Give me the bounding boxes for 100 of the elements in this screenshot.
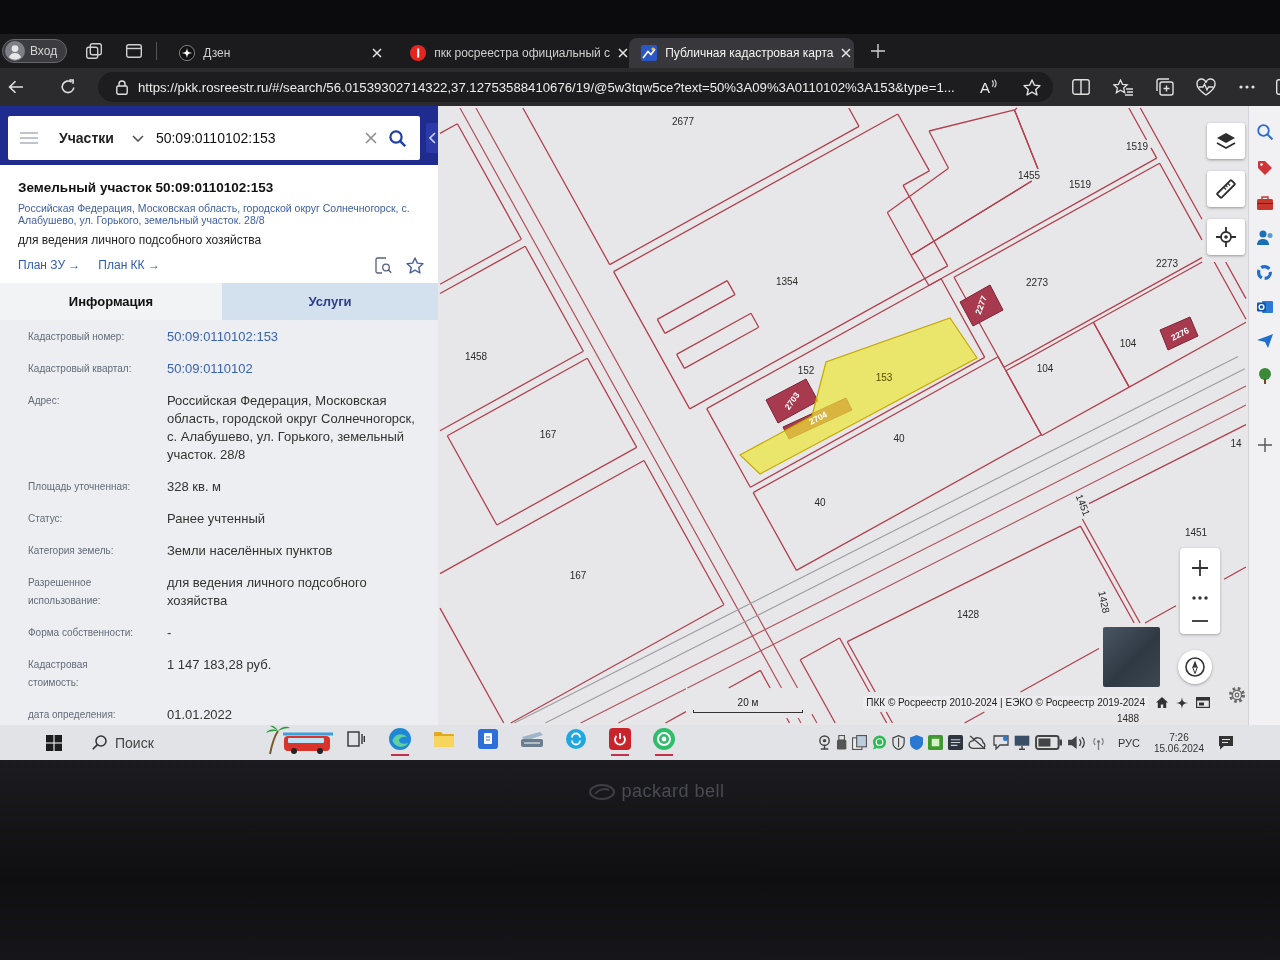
zoom-in-icon[interactable] — [1192, 560, 1208, 576]
field-value: Земли населённых пунктов — [167, 542, 334, 560]
address-field[interactable]: https://pkk.rosreestr.ru/#/search/56.01539302714322,37.12753588410676/19/@5w3tqw5ce?text=50%3A09%3A0110102%3A153&type=1... A — [98, 72, 1053, 102]
plus-icon[interactable] — [1257, 438, 1272, 452]
minimap-thumbnail[interactable] — [1103, 627, 1160, 687]
parcel-outline[interactable] — [675, 312, 760, 370]
building-number: 2276 — [1169, 325, 1191, 343]
parcel-outline[interactable] — [656, 279, 736, 335]
clock-time[interactable]: 7:26 — [1169, 731, 1189, 743]
four-squares-icon[interactable] — [46, 734, 62, 751]
category-dropdown[interactable]: Участки — [59, 130, 144, 146]
parcel-number: 14 — [1230, 437, 1242, 449]
window-icon[interactable] — [1196, 697, 1210, 708]
read-aloud-button[interactable]: A — [980, 78, 997, 96]
close-icon[interactable] — [372, 48, 383, 58]
shield-icon[interactable] — [910, 735, 924, 750]
power-icon[interactable] — [609, 728, 631, 750]
panes-icon[interactable] — [347, 731, 365, 747]
field-value: Российская Федерация, Московская область, городской округ Солнечногорск, с. Алабушево, ул. Горького, земельный участок. 28/8 — [167, 392, 416, 464]
search-icon[interactable] — [1256, 124, 1273, 140]
antenna-icon[interactable] — [1090, 735, 1106, 750]
compass-button[interactable] — [1178, 650, 1212, 684]
building-shape[interactable] — [959, 284, 1004, 327]
browser-tab[interactable]: Публичная кадастровая карта — [629, 38, 855, 68]
taskbar-search-field[interactable]: Поиск — [115, 734, 215, 751]
refresh-icon[interactable] — [60, 79, 76, 95]
new-tab-icon[interactable] — [871, 44, 886, 58]
building-shape[interactable] — [1159, 316, 1199, 351]
ring-logo-icon — [589, 783, 616, 800]
info-tab[interactable]: Услуги — [222, 283, 438, 320]
profile-button[interactable]: Вход — [2, 39, 68, 63]
browser-tab[interactable]: Дзен — [167, 38, 393, 68]
wave-circle-icon[interactable] — [389, 728, 411, 750]
search-field[interactable]: 50:09:0110102:153 — [155, 130, 365, 146]
plan-link[interactable]: План ЗУ → — [18, 258, 81, 272]
tree-icon[interactable] — [1257, 368, 1272, 384]
layers-button[interactable] — [1207, 123, 1245, 159]
monitor-icon[interactable] — [1013, 735, 1030, 750]
square-tile-icon[interactable] — [928, 735, 944, 750]
split-screen-icon[interactable] — [1072, 79, 1090, 95]
field-label: Адрес: — [27, 394, 61, 408]
heart-pulse-icon[interactable] — [1196, 78, 1216, 96]
more-dots-icon[interactable] — [1192, 596, 1208, 600]
square-circle-icon[interactable] — [1256, 300, 1273, 314]
cloud-off-icon[interactable] — [968, 735, 988, 750]
pages-icon[interactable] — [852, 735, 868, 750]
document-tile-icon[interactable] — [478, 729, 498, 749]
language-indicator[interactable]: РУС — [1117, 736, 1140, 749]
square-tile-icon[interactable] — [948, 735, 964, 750]
paper-plane-icon[interactable] — [1256, 334, 1273, 348]
parcel-outline[interactable] — [439, 123, 523, 285]
parcel-outline[interactable] — [706, 278, 986, 488]
sound-waves-icon — [991, 78, 997, 88]
compass-icon — [1185, 657, 1205, 677]
ruler-button[interactable] — [1207, 171, 1245, 207]
info-tab[interactable]: Информация — [0, 283, 222, 320]
usb-drive-icon[interactable] — [835, 735, 848, 750]
parcel-number: 1428 — [1096, 589, 1112, 615]
browser-tab[interactable]: пкк росреестра официальный с — [398, 38, 624, 68]
battery-icon[interactable] — [1034, 735, 1062, 750]
selected-parcel[interactable] — [739, 317, 978, 475]
collections-icon[interactable] — [1156, 78, 1174, 96]
star-icon[interactable] — [406, 256, 424, 274]
shield-icon[interactable] — [892, 735, 906, 750]
close-icon[interactable] — [618, 48, 629, 58]
scanner-icon[interactable] — [520, 730, 544, 748]
circle-logo-icon — [410, 45, 427, 61]
clear-icon[interactable] — [365, 132, 377, 144]
more-icon[interactable] — [1239, 85, 1255, 89]
field-link[interactable]: 50:09:0110102:153 — [167, 328, 418, 346]
parcel-outline[interactable] — [1092, 261, 1247, 388]
tag-icon[interactable] — [1256, 160, 1273, 176]
favorites-icon[interactable] — [1113, 78, 1133, 96]
ring-icon[interactable] — [1257, 265, 1272, 280]
speech-bubble-icon[interactable] — [992, 735, 1009, 750]
speaker-icon[interactable] — [1066, 735, 1086, 750]
search-icon[interactable] — [389, 129, 406, 147]
parcel-outline[interactable] — [799, 637, 888, 724]
notification-icon[interactable] — [1218, 735, 1234, 750]
lock-icon[interactable] — [116, 79, 128, 95]
field-link[interactable]: 50:09:0110102 — [167, 360, 418, 378]
back-arrow-icon[interactable] — [8, 80, 24, 94]
tab-actions-icon[interactable] — [126, 44, 143, 58]
people-icon[interactable] — [1256, 230, 1273, 245]
webcam-icon[interactable] — [817, 735, 831, 750]
collapse-panel-button[interactable] — [426, 123, 438, 153]
document-search-icon[interactable] — [375, 256, 392, 274]
home-icon[interactable] — [1156, 697, 1168, 708]
locate-button[interactable] — [1207, 219, 1245, 255]
chat-circle-icon[interactable] — [566, 729, 586, 749]
close-icon[interactable] — [841, 48, 852, 58]
settings-icon[interactable] — [1229, 687, 1245, 703]
workspaces-icon[interactable] — [86, 43, 103, 59]
parcel-number: 167 — [569, 569, 587, 581]
parcel-outline[interactable] — [664, 669, 791, 724]
parcel-outline[interactable] — [910, 107, 1158, 287]
plan-link[interactable]: План КК → — [98, 258, 160, 272]
clock-date[interactable]: 15.06.2024 — [1153, 742, 1204, 754]
briefcase-icon[interactable] — [1256, 196, 1273, 210]
parcel-outline[interactable] — [612, 113, 949, 410]
